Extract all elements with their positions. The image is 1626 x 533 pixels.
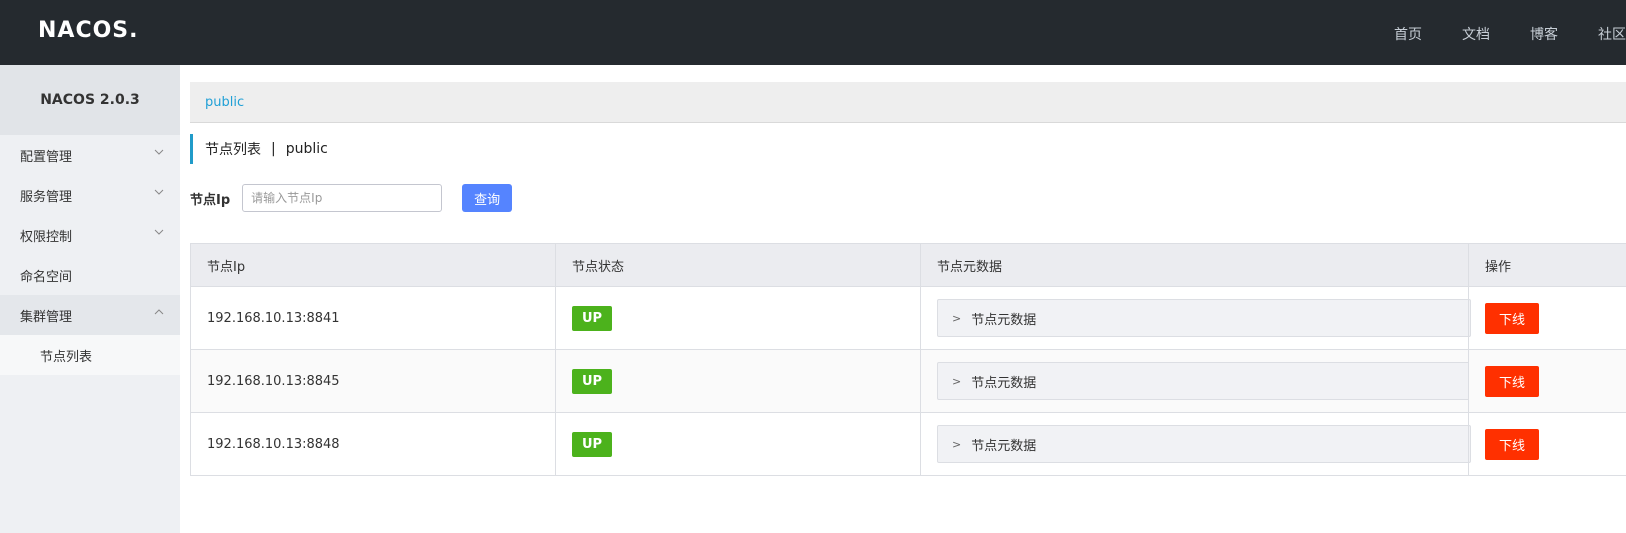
chevron-up-icon bbox=[154, 307, 166, 319]
column-header-action: 操作 bbox=[1468, 243, 1626, 287]
table-row: 192.168.10.13:8841 UP > 节点元数据 下线 bbox=[190, 286, 1626, 350]
column-header-metadata: 节点元数据 bbox=[920, 243, 1469, 287]
top-nav: 首页 文档 博客 社区 bbox=[1394, 24, 1626, 44]
chevron-down-icon bbox=[154, 147, 166, 159]
chevron-right-icon: > bbox=[952, 437, 962, 451]
nav-home[interactable]: 首页 bbox=[1394, 24, 1422, 44]
chevron-right-icon: > bbox=[952, 311, 962, 325]
sidebar: NACOS 2.0.3 配置管理 服务管理 权限控制 命名空间 集群管理 节点列… bbox=[0, 65, 180, 533]
metadata-label: 节点元数据 bbox=[971, 438, 1037, 454]
metadata-collapse[interactable]: > 节点元数据 bbox=[937, 425, 1471, 463]
metadata-label: 节点元数据 bbox=[971, 375, 1037, 391]
table-row: 192.168.10.13:8845 UP > 节点元数据 下线 bbox=[190, 349, 1626, 413]
sidebar-item-config[interactable]: 配置管理 bbox=[0, 135, 180, 175]
metadata-cell: > 节点元数据 bbox=[920, 412, 1471, 476]
top-header: NACOS. 首页 文档 博客 社区 bbox=[0, 0, 1626, 65]
action-cell: 下线 bbox=[1468, 412, 1626, 476]
metadata-collapse[interactable]: > 节点元数据 bbox=[937, 299, 1471, 337]
node-ip-label: 节点Ip bbox=[190, 192, 231, 208]
action-cell: 下线 bbox=[1468, 286, 1626, 350]
metadata-cell: > 节点元数据 bbox=[920, 349, 1471, 413]
node-ip-input[interactable] bbox=[242, 184, 443, 212]
sidebar-item-cluster[interactable]: 集群管理 bbox=[0, 295, 180, 335]
sidebar-item-label: 集群管理 bbox=[20, 309, 73, 325]
namespace-bar: public bbox=[190, 82, 1626, 123]
sidebar-item-node-list[interactable]: 节点列表 bbox=[0, 335, 180, 375]
version-title: NACOS 2.0.3 bbox=[0, 65, 180, 135]
sidebar-item-label: 权限控制 bbox=[20, 229, 73, 245]
page-title-text: 节点列表 bbox=[205, 142, 261, 158]
nav-community[interactable]: 社区 bbox=[1598, 24, 1626, 44]
chevron-right-icon: > bbox=[952, 374, 962, 388]
sidebar-item-auth[interactable]: 权限控制 bbox=[0, 215, 180, 255]
status-cell: UP bbox=[555, 412, 921, 476]
node-ip-cell: 192.168.10.13:8848 bbox=[190, 412, 556, 476]
chevron-down-icon bbox=[154, 187, 166, 199]
offline-button[interactable]: 下线 bbox=[1485, 428, 1540, 460]
sidebar-item-label: 服务管理 bbox=[20, 189, 73, 205]
nav-docs[interactable]: 文档 bbox=[1462, 24, 1490, 44]
sidebar-item-namespace[interactable]: 命名空间 bbox=[0, 255, 180, 295]
page-title: 节点列表 | public bbox=[190, 134, 328, 164]
offline-button[interactable]: 下线 bbox=[1485, 365, 1540, 397]
namespace-public-link[interactable]: public bbox=[205, 95, 244, 110]
status-cell: UP bbox=[555, 349, 921, 413]
sidebar-item-label: 配置管理 bbox=[20, 149, 73, 165]
metadata-collapse[interactable]: > 节点元数据 bbox=[937, 362, 1471, 400]
page-title-namespace: public bbox=[285, 141, 328, 157]
main-content: public 节点列表 | public 节点Ip 查询 节点Ip 节点状态 节… bbox=[190, 65, 1626, 533]
action-cell: 下线 bbox=[1468, 349, 1626, 413]
node-table: 节点Ip 节点状态 节点元数据 操作 192.168.10.13:8841 UP… bbox=[190, 243, 1626, 476]
status-badge: UP bbox=[572, 305, 613, 331]
column-header-ip: 节点Ip bbox=[190, 243, 556, 287]
query-button[interactable]: 查询 bbox=[462, 184, 513, 212]
status-cell: UP bbox=[555, 286, 921, 350]
status-badge: UP bbox=[572, 368, 613, 394]
nacos-logo[interactable]: NACOS. bbox=[38, 18, 139, 43]
metadata-label: 节点元数据 bbox=[971, 312, 1037, 328]
node-ip-cell: 192.168.10.13:8845 bbox=[190, 349, 556, 413]
sidebar-item-label: 命名空间 bbox=[20, 269, 73, 285]
search-form: 节点Ip 查询 bbox=[190, 184, 513, 212]
metadata-cell: > 节点元数据 bbox=[920, 286, 1471, 350]
chevron-down-icon bbox=[154, 227, 166, 239]
column-header-status: 节点状态 bbox=[555, 243, 921, 287]
node-ip-cell: 192.168.10.13:8841 bbox=[190, 286, 556, 350]
table-row: 192.168.10.13:8848 UP > 节点元数据 下线 bbox=[190, 412, 1626, 476]
title-separator: | bbox=[271, 141, 276, 157]
offline-button[interactable]: 下线 bbox=[1485, 302, 1540, 334]
sidebar-item-service[interactable]: 服务管理 bbox=[0, 175, 180, 215]
nav-blog[interactable]: 博客 bbox=[1530, 24, 1558, 44]
status-badge: UP bbox=[572, 431, 613, 457]
